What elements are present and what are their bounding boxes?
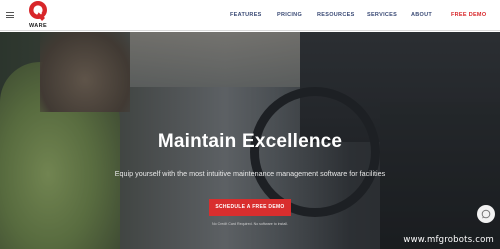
nav-free-demo[interactable]: FREE DEMO — [451, 12, 486, 18]
schedule-demo-button[interactable]: SCHEDULE A FREE DEMO — [209, 199, 291, 216]
chat-bubble-icon — [481, 209, 491, 219]
site-header: WARE FEATURES PRICING RESOURCES SERVICES… — [0, 0, 500, 31]
nav-about[interactable]: ABOUT — [411, 12, 432, 18]
nav-services[interactable]: SERVICES — [367, 12, 397, 18]
chat-button[interactable] — [477, 205, 495, 223]
hero-title: Maintain Excellence — [157, 131, 343, 152]
hamburger-menu-icon[interactable] — [6, 12, 14, 18]
nav-features[interactable]: FEATURES — [230, 12, 262, 18]
fine-print: No Credit Card Required. No software to … — [212, 222, 288, 226]
nav-pricing[interactable]: PRICING — [277, 12, 302, 18]
watermark: www.mfgrobots.com — [403, 235, 494, 245]
nav-resources[interactable]: RESOURCES — [317, 12, 355, 18]
hero-section: Maintain Excellence Equip yourself with … — [0, 32, 500, 249]
hero-subtitle: Equip yourself with the most intuitive m… — [114, 169, 386, 178]
qware-logo[interactable]: WARE — [26, 0, 50, 31]
logo-wordmark: WARE — [28, 23, 48, 29]
q-logo-icon — [29, 1, 47, 21]
